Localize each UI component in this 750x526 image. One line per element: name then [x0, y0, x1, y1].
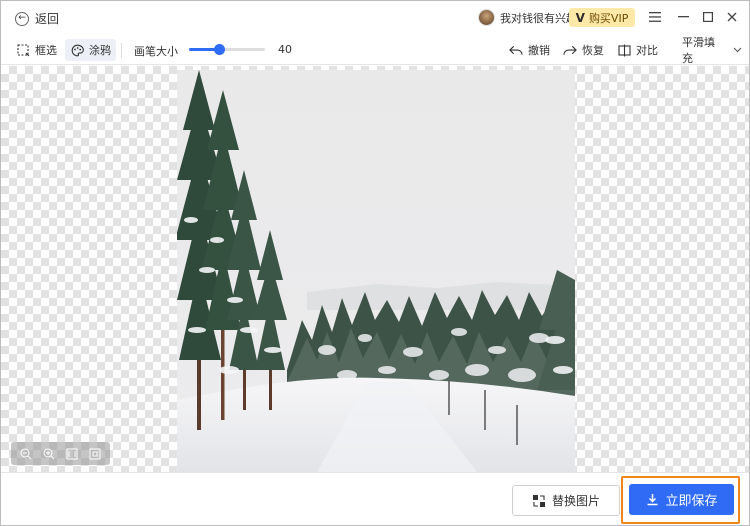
app-window: ← 返回 我对钱很有兴趣 V 购买VIP 框选 涂鸦 画笔大小 撤销 恢复 对比… [0, 0, 750, 526]
box-select-label: 框选 [35, 44, 57, 57]
minimize-icon[interactable] [675, 9, 691, 25]
save-highlight-frame: 立即保存 [621, 476, 740, 524]
replace-image-label: 替换图片 [551, 494, 600, 508]
compare-label: 对比 [636, 44, 658, 57]
replace-image-button[interactable]: 替换图片 [512, 485, 620, 516]
back-button[interactable]: ← 返回 [15, 10, 59, 27]
redo-button[interactable]: 恢复 [558, 39, 609, 61]
buy-vip-button[interactable]: V 购买VIP [569, 8, 635, 27]
title-bar: ← 返回 我对钱很有兴趣 V 购买VIP [1, 1, 749, 35]
back-arrow-icon: ← [15, 11, 29, 26]
redo-icon [563, 43, 577, 57]
toolbar-divider [121, 43, 122, 58]
save-now-label: 立即保存 [665, 494, 718, 509]
brush-size-value: 40 [278, 43, 292, 56]
chevron-down-icon [730, 43, 744, 57]
palette-icon [70, 43, 84, 57]
menu-icon[interactable] [647, 9, 663, 25]
zoom-in-icon[interactable] [42, 447, 56, 461]
back-label: 返回 [35, 12, 60, 26]
fit-screen-icon[interactable] [88, 447, 102, 461]
redo-label: 恢复 [582, 44, 604, 57]
brush-size-label: 画笔大小 [134, 45, 178, 58]
undo-icon [509, 43, 523, 57]
snow-forest-image [177, 70, 575, 472]
username: 我对钱很有兴趣 [500, 11, 577, 25]
replace-image-icon [532, 494, 546, 508]
zoom-toolbar [11, 442, 110, 465]
compare-icon [617, 43, 631, 57]
vip-logo-icon: V [575, 10, 585, 25]
vip-label: 购买VIP [588, 11, 629, 25]
save-now-button[interactable]: 立即保存 [629, 484, 734, 515]
avatar [478, 9, 495, 26]
download-icon [645, 493, 659, 507]
undo-label: 撤销 [528, 44, 550, 57]
compare-button[interactable]: 对比 [612, 39, 663, 61]
undo-button[interactable]: 撤销 [504, 39, 555, 61]
box-select-tool[interactable]: 框选 [11, 39, 62, 61]
fill-mode-label: 平滑填充 [682, 36, 715, 65]
box-select-icon [16, 43, 30, 57]
maximize-icon[interactable] [700, 9, 716, 25]
paint-tool[interactable]: 涂鸦 [65, 39, 116, 61]
fit-width-icon[interactable] [65, 447, 79, 461]
zoom-out-icon[interactable] [19, 447, 33, 461]
editing-canvas[interactable] [1, 66, 749, 472]
fill-mode-dropdown[interactable]: 平滑填充 [677, 36, 749, 65]
edit-toolbar: 框选 涂鸦 画笔大小 撤销 恢复 对比 平滑填充 [1, 35, 749, 65]
user-profile[interactable]: 我对钱很有兴趣 [478, 9, 577, 26]
paint-label: 涂鸦 [89, 44, 111, 57]
bottom-bar: 替换图片 立即保存 [1, 472, 749, 525]
edited-photo[interactable] [177, 70, 575, 472]
brush-size-slider[interactable] [189, 44, 265, 55]
close-icon[interactable] [724, 9, 740, 25]
